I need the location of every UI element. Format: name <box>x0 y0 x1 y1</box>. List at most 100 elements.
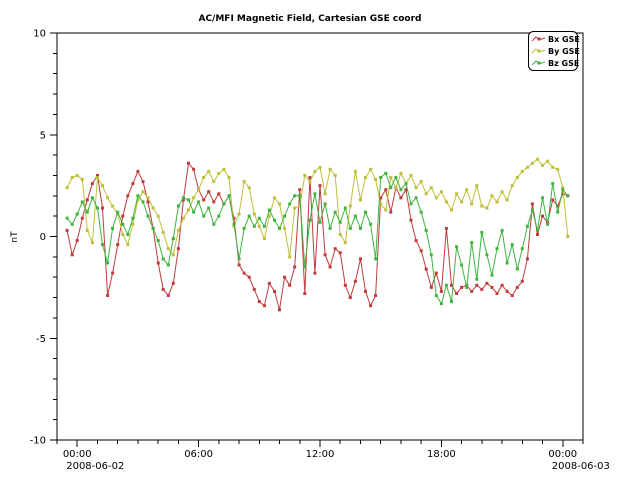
point-marker <box>288 284 291 287</box>
point-marker <box>313 272 316 275</box>
point-marker <box>349 205 352 208</box>
point-marker <box>349 296 352 299</box>
point-marker <box>536 229 539 232</box>
point-marker <box>197 200 200 203</box>
point-marker <box>187 198 190 201</box>
point-marker <box>278 202 281 205</box>
point-marker <box>66 229 69 232</box>
point-marker <box>147 215 150 218</box>
point-marker <box>212 223 215 226</box>
point-marker <box>344 207 347 210</box>
point-marker <box>501 284 504 287</box>
point-marker <box>86 211 89 214</box>
point-marker <box>339 233 342 236</box>
point-marker <box>81 200 84 203</box>
point-marker <box>359 227 362 230</box>
point-marker <box>142 190 145 193</box>
point-marker <box>354 280 357 283</box>
point-marker <box>491 286 494 289</box>
point-marker <box>410 202 413 205</box>
x-tick-label: 18:00 <box>427 449 456 460</box>
point-marker <box>192 196 195 199</box>
point-marker <box>324 202 327 205</box>
y-tick-label: 0 <box>40 232 46 243</box>
point-marker <box>126 194 129 197</box>
point-marker <box>435 196 438 199</box>
point-marker <box>71 176 74 179</box>
legend-sample-marker <box>538 62 541 65</box>
chart-title: AC/MFI Magnetic Field, Cartesian GSE coo… <box>198 14 421 24</box>
point-marker <box>561 188 564 191</box>
figure: AC/MFI Magnetic Field, Cartesian GSE coo… <box>0 0 640 480</box>
point-marker <box>455 245 458 248</box>
point-marker <box>420 249 423 252</box>
point-marker <box>430 253 433 256</box>
magnetic-field-chart: AC/MFI Magnetic Field, Cartesian GSE coo… <box>0 0 640 480</box>
point-marker <box>440 290 443 293</box>
point-marker <box>389 211 392 214</box>
point-marker <box>136 170 139 173</box>
point-marker <box>410 174 413 177</box>
point-marker <box>268 209 271 212</box>
point-marker <box>334 174 337 177</box>
point-marker <box>182 196 185 199</box>
point-marker <box>106 196 109 199</box>
point-marker <box>496 247 499 250</box>
point-marker <box>526 257 529 260</box>
point-marker <box>293 194 296 197</box>
point-marker <box>298 194 301 197</box>
point-marker <box>521 247 524 250</box>
point-marker <box>389 186 392 189</box>
point-marker <box>142 180 145 183</box>
point-marker <box>222 168 225 171</box>
point-marker <box>364 211 367 214</box>
point-marker <box>374 178 377 181</box>
point-marker <box>359 198 362 201</box>
point-marker <box>248 276 251 279</box>
point-marker <box>253 225 256 228</box>
point-marker <box>202 198 205 201</box>
point-marker <box>566 235 569 238</box>
point-marker <box>430 286 433 289</box>
point-marker <box>71 253 74 256</box>
point-marker <box>106 262 109 265</box>
point-marker <box>475 278 478 281</box>
y-tick-label: 5 <box>40 130 46 141</box>
point-marker <box>470 241 473 244</box>
point-marker <box>177 205 180 208</box>
point-marker <box>283 215 286 218</box>
point-marker <box>470 202 473 205</box>
point-marker <box>238 213 241 216</box>
point-marker <box>258 225 261 228</box>
point-marker <box>450 209 453 212</box>
point-marker <box>273 290 276 293</box>
point-marker <box>212 180 215 183</box>
point-marker <box>217 215 220 218</box>
legend-label: Bx GSE <box>548 35 580 44</box>
x-tick-label: 00:00 <box>63 449 92 460</box>
y-axis-label: nT <box>10 231 20 243</box>
point-marker <box>384 188 387 191</box>
point-marker <box>541 164 544 167</box>
point-marker <box>121 233 124 236</box>
point-marker <box>475 284 478 287</box>
x-date-label: 2008-06-02 <box>66 461 124 472</box>
point-marker <box>551 166 554 169</box>
point-marker <box>501 190 504 193</box>
point-marker <box>334 211 337 214</box>
x-tick-label: 12:00 <box>306 449 335 460</box>
point-marker <box>197 188 200 191</box>
point-marker <box>253 213 256 216</box>
point-marker <box>460 200 463 203</box>
point-marker <box>243 227 246 230</box>
point-marker <box>111 227 114 230</box>
point-marker <box>541 215 544 218</box>
point-marker <box>475 184 478 187</box>
point-marker <box>465 286 468 289</box>
point-marker <box>389 176 392 179</box>
point-marker <box>465 188 468 191</box>
point-marker <box>531 209 534 212</box>
point-marker <box>369 168 372 171</box>
point-marker <box>258 217 261 220</box>
point-marker <box>329 227 332 230</box>
